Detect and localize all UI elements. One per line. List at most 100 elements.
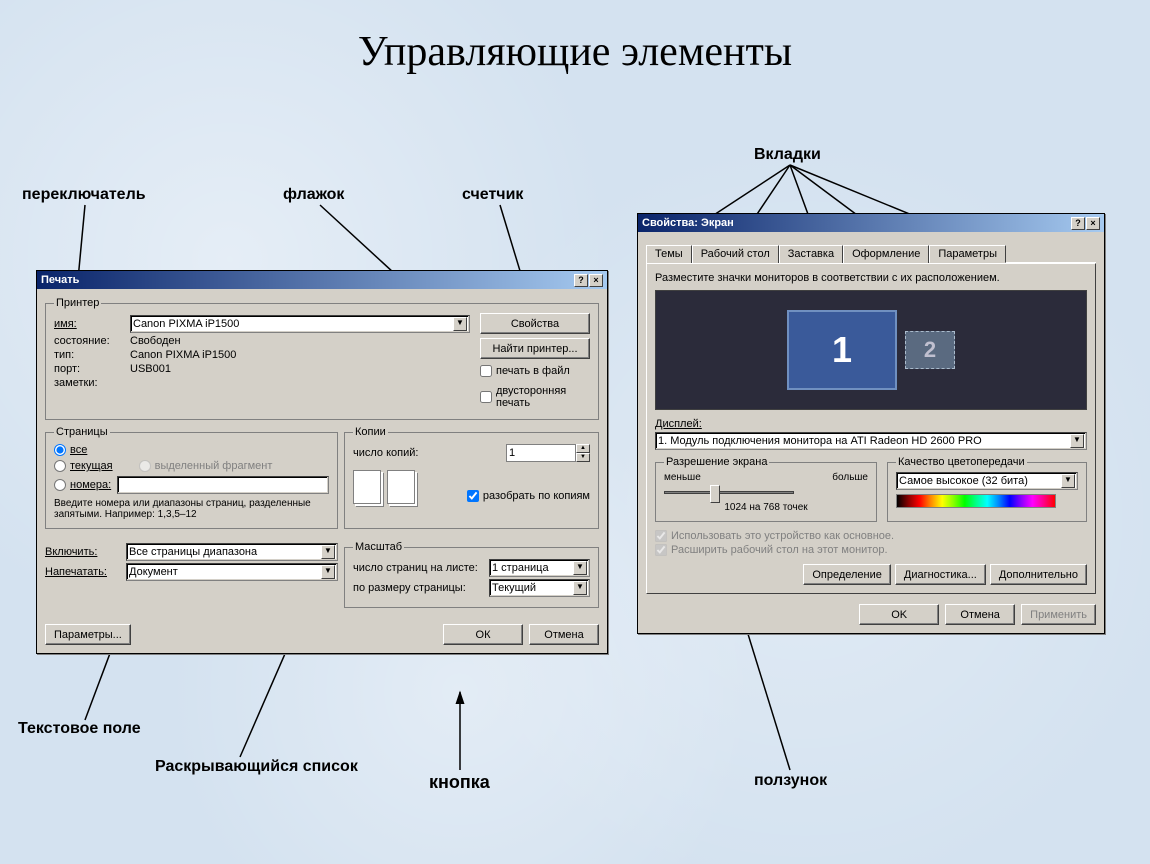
callout-flag: флажок — [283, 186, 344, 204]
callout-textfield: Текстовое поле — [18, 720, 141, 738]
color-strip — [896, 494, 1056, 508]
scale-group: Масштаб число страниц на листе: 1 страни… — [344, 541, 599, 608]
collate-checkbox[interactable]: разобрать по копиям — [467, 490, 590, 502]
notes-label: заметки: — [54, 377, 124, 389]
printer-group: Принтер имя: Canon PIXMA iP1500 ▼ состоя… — [45, 297, 599, 420]
chevron-down-icon: ▼ — [321, 545, 335, 559]
display-combo[interactable]: 1. Модуль подключения монитора на ATI Ra… — [655, 432, 1087, 450]
res-less-label: меньше — [664, 472, 701, 483]
display-titlebar: Свойства: Экран ? × — [638, 214, 1104, 232]
monitor-area[interactable]: 1 2 — [655, 290, 1087, 410]
pages-legend: Страницы — [54, 426, 110, 438]
callout-counter: счетчик — [462, 186, 523, 204]
res-more-label: больше — [832, 472, 868, 483]
chevron-down-icon: ▼ — [321, 565, 335, 579]
fit-combo[interactable]: Текущий▼ — [489, 579, 590, 597]
slide-title: Управляющие элементы — [0, 28, 1150, 76]
include-combo[interactable]: Все страницы диапазона ▼ — [126, 543, 338, 561]
state-value: Свободен — [130, 335, 181, 347]
pages-group: Страницы все текущая выделенный фрагмент… — [45, 426, 338, 529]
slider-thumb[interactable] — [710, 485, 720, 503]
fit-label: по размеру страницы: — [353, 582, 483, 594]
pages-all-radio[interactable]: все — [54, 444, 329, 456]
extend-checkbox: Расширить рабочий стол на этот монитор. — [655, 544, 1087, 556]
quality-legend: Качество цветопередачи — [896, 456, 1027, 468]
type-value: Canon PIXMA iP1500 — [130, 349, 236, 361]
monitor-2[interactable]: 2 — [905, 331, 955, 369]
ok-button[interactable]: ОК — [443, 624, 523, 645]
display-tabs: Темы Рабочий стол Заставка Оформление Па… — [646, 244, 1096, 263]
pages-numbers-label: номера: — [70, 479, 111, 491]
tab-screensaver[interactable]: Заставка — [779, 245, 843, 263]
pages-per-sheet-value: 1 страница — [492, 562, 549, 574]
quality-combo[interactable]: Самое высокое (32 бита) ▼ — [896, 472, 1078, 490]
collate-label: разобрать по копиям — [483, 490, 590, 502]
print-what-combo[interactable]: Документ ▼ — [126, 563, 338, 581]
duplex-checkbox[interactable]: двусторонняя печать — [480, 385, 590, 409]
help-icon[interactable]: ? — [1071, 217, 1085, 230]
callout-dropdown: Раскрывающийся список — [155, 757, 358, 776]
resolution-legend: Разрешение экрана — [664, 456, 769, 468]
monitor-1[interactable]: 1 — [787, 310, 897, 390]
copies-legend: Копии — [353, 426, 388, 438]
port-label: порт: — [54, 363, 124, 375]
resolution-slider[interactable] — [664, 491, 794, 494]
tab-desktop[interactable]: Рабочий стол — [692, 245, 779, 263]
identify-button[interactable]: Определение — [803, 564, 891, 585]
pages-selection-radio: выделенный фрагмент — [139, 460, 273, 472]
arrange-text: Разместите значки мониторов в соответств… — [655, 272, 1087, 284]
print-dialog: Печать ? × Принтер имя: Canon PIXMA iP15… — [36, 270, 608, 654]
help-icon[interactable]: ? — [574, 274, 588, 287]
type-label: тип: — [54, 349, 124, 361]
resolution-group: Разрешение экрана меньше больше 1024 на … — [655, 456, 877, 522]
quality-value: Самое высокое (32 бита) — [899, 475, 1028, 487]
chevron-down-icon: ▼ — [1070, 434, 1084, 448]
pages-numbers-input[interactable] — [117, 476, 329, 494]
use-primary-label: Использовать это устройство как основное… — [671, 530, 894, 542]
print-what-value: Документ — [129, 566, 178, 578]
properties-button[interactable]: Свойства — [480, 313, 590, 334]
pages-per-sheet-combo[interactable]: 1 страница▼ — [489, 559, 590, 577]
callout-tabs: Вкладки — [754, 146, 821, 164]
chevron-down-icon: ▼ — [453, 317, 467, 331]
pages-current-label: текущая — [70, 460, 113, 472]
quality-group: Качество цветопередачи Самое высокое (32… — [887, 456, 1087, 522]
apply-button[interactable]: Применить — [1021, 604, 1096, 625]
cancel-button[interactable]: Отмена — [945, 604, 1015, 625]
close-icon[interactable]: × — [1086, 217, 1100, 230]
display-label: Дисплей: — [655, 418, 702, 430]
pages-per-sheet-label: число страниц на листе: — [353, 562, 483, 574]
ok-button[interactable]: OK — [859, 604, 939, 625]
advanced-button[interactable]: Дополнительно — [990, 564, 1087, 585]
spinner-down-icon[interactable]: ▼ — [576, 453, 590, 462]
print-title: Печать — [41, 274, 79, 286]
printer-name-combo[interactable]: Canon PIXMA iP1500 ▼ — [130, 315, 470, 333]
copies-input[interactable] — [506, 444, 576, 462]
callout-button: кнопка — [429, 772, 490, 793]
extend-label: Расширить рабочий стол на этот монитор. — [671, 544, 888, 556]
close-icon[interactable]: × — [589, 274, 603, 287]
print-what-label: Напечатать: — [45, 566, 120, 578]
callout-slider: ползунок — [754, 772, 827, 790]
pages-numbers-radio[interactable]: номера: — [54, 479, 111, 491]
cancel-button[interactable]: Отмена — [529, 624, 599, 645]
include-value: Все страницы диапазона — [129, 546, 257, 558]
copies-group: Копии число копий: ▲▼ разобрать по к — [344, 426, 599, 529]
copies-spinner[interactable]: ▲▼ — [506, 444, 590, 462]
display-title: Свойства: Экран — [642, 217, 734, 229]
display-value: 1. Модуль подключения монитора на ATI Ra… — [658, 435, 982, 447]
pages-selection-label: выделенный фрагмент — [155, 460, 273, 472]
spinner-up-icon[interactable]: ▲ — [576, 444, 590, 453]
printer-name-label: имя: — [54, 318, 124, 330]
print-to-file-checkbox[interactable]: печать в файл — [480, 365, 590, 377]
pages-current-radio[interactable]: текущая — [54, 460, 113, 472]
print-titlebar: Печать ? × — [37, 271, 607, 289]
tab-settings[interactable]: Параметры — [929, 245, 1006, 263]
tab-appearance[interactable]: Оформление — [843, 245, 929, 263]
tab-themes[interactable]: Темы — [646, 245, 692, 263]
diagnose-button[interactable]: Диагностика... — [895, 564, 986, 585]
res-value: 1024 на 768 точек — [664, 502, 868, 513]
params-button[interactable]: Параметры... — [45, 624, 131, 645]
find-printer-button[interactable]: Найти принтер... — [480, 338, 590, 359]
duplex-label: двусторонняя печать — [496, 385, 590, 409]
